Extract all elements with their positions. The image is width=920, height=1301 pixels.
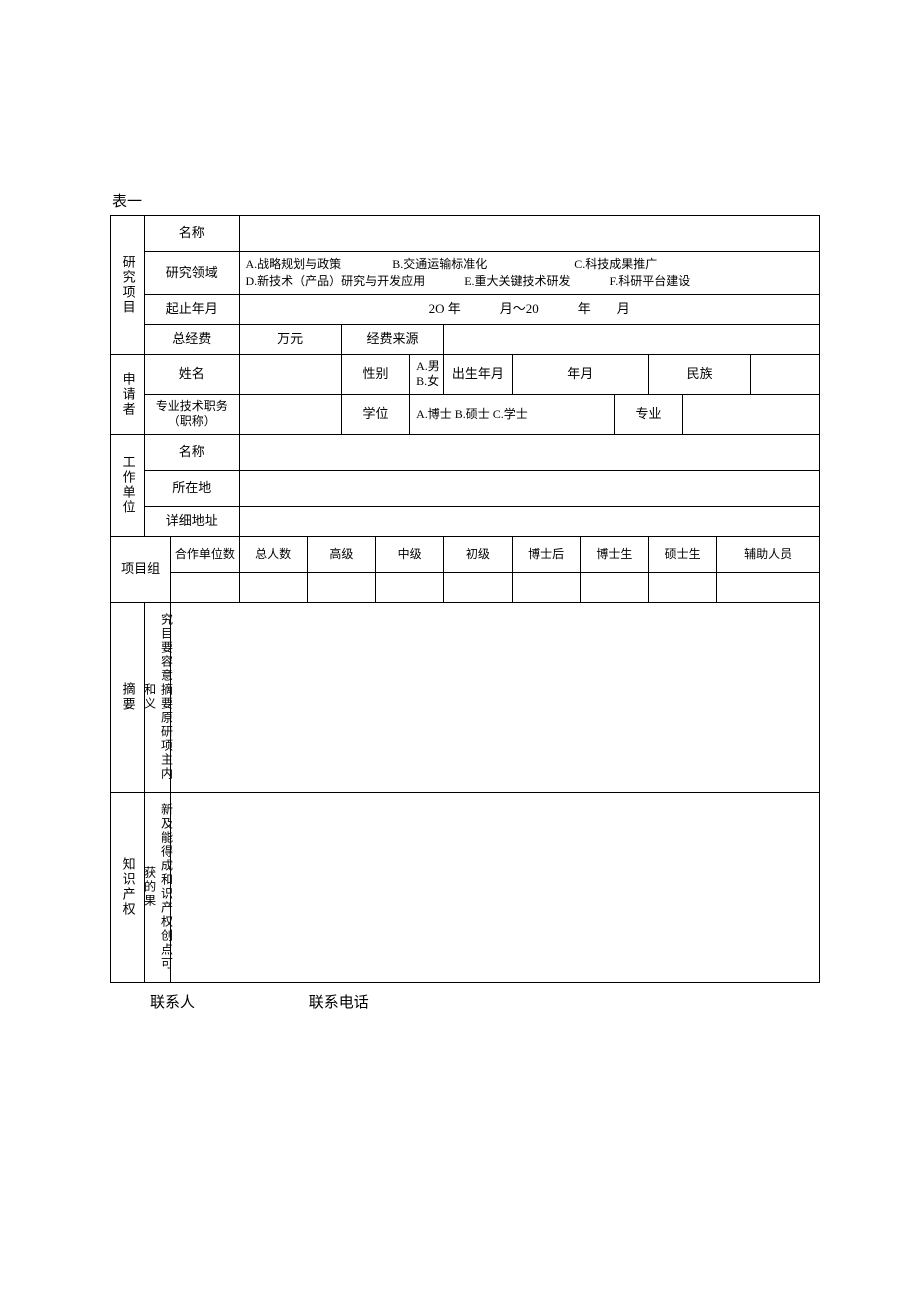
- applicant-title-label: 专业技术职务（职称）: [145, 394, 239, 434]
- ip-value[interactable]: [171, 792, 820, 982]
- abstract-side-label: 摘要: [111, 602, 145, 792]
- ip-main-label: 新及能得成和识产权创点可获的果: [145, 792, 171, 982]
- unit-name-value[interactable]: [239, 434, 820, 470]
- unit-address-value[interactable]: [239, 506, 820, 536]
- team-aux-value[interactable]: [717, 572, 820, 602]
- team-mid-label: 中级: [376, 536, 444, 572]
- team-master-label: 硕士生: [649, 536, 717, 572]
- section-unit-header: 工作单位: [111, 434, 145, 536]
- project-budget-label: 总经费: [145, 324, 239, 354]
- opt-e: E.重大关键技术研发: [464, 274, 570, 288]
- applicant-name-label: 姓名: [145, 354, 239, 394]
- abstract-main-label: 究目要容意摘要原研项主内和义: [145, 602, 171, 792]
- opt-f: F.科研平台建设: [610, 274, 691, 288]
- applicant-dob-value[interactable]: 年月: [512, 354, 649, 394]
- team-senior-label: 高级: [307, 536, 375, 572]
- project-budget-unit[interactable]: 万元: [239, 324, 341, 354]
- team-total-value[interactable]: [239, 572, 307, 602]
- applicant-gender-options[interactable]: A.男 B.女: [410, 354, 444, 394]
- team-junior-label: 初级: [444, 536, 512, 572]
- opt-d: D.新技术（产品）研究与开发应用: [246, 274, 426, 288]
- unit-location-label: 所在地: [145, 470, 239, 506]
- applicant-ethnicity-value[interactable]: [751, 354, 820, 394]
- gender-b: B.女: [416, 374, 439, 388]
- team-aux-label: 辅助人员: [717, 536, 820, 572]
- form-table: 研究项目 名称 研究领域 A.战略规划与政策 B.交通运输标准化 C.科技成果推…: [110, 215, 820, 983]
- applicant-degree-label: 学位: [341, 394, 409, 434]
- opt-b: B.交通运输标准化: [392, 257, 487, 271]
- applicant-major-label: 专业: [614, 394, 682, 434]
- team-master-value[interactable]: [649, 572, 717, 602]
- unit-location-value[interactable]: [239, 470, 820, 506]
- opt-c: C.科技成果推广: [574, 257, 657, 271]
- fund-source-value[interactable]: [444, 324, 820, 354]
- team-coop-label: 合作单位数: [171, 536, 239, 572]
- unit-address-label: 详细地址: [145, 506, 239, 536]
- project-name-label: 名称: [145, 216, 239, 252]
- abstract-value[interactable]: [171, 602, 820, 792]
- team-phd-value[interactable]: [580, 572, 648, 602]
- project-period-value[interactable]: 2O 年 月～20 年 月: [239, 294, 820, 324]
- unit-name-label: 名称: [145, 434, 239, 470]
- section-applicant-header: 申请者: [111, 354, 145, 434]
- ip-side-label: 知识产权: [111, 792, 145, 982]
- team-junior-value[interactable]: [444, 572, 512, 602]
- applicant-ethnicity-label: 民族: [649, 354, 751, 394]
- applicant-gender-label: 性别: [341, 354, 409, 394]
- project-field-options[interactable]: A.战略规划与政策 B.交通运输标准化 C.科技成果推广 D.新技术（产品）研究…: [239, 252, 820, 295]
- phone-label: 联系电话: [309, 995, 369, 1011]
- project-period-label: 起止年月: [145, 294, 239, 324]
- footer: 联系人 联系电话: [110, 991, 820, 1012]
- team-postdoc-value[interactable]: [512, 572, 580, 602]
- fund-source-label: 经费来源: [341, 324, 443, 354]
- applicant-degree-options[interactable]: A.博士 B.硕士 C.学士: [410, 394, 615, 434]
- team-coop-value[interactable]: [171, 572, 239, 602]
- contact-label: 联系人: [150, 995, 195, 1011]
- applicant-dob-label: 出生年月: [444, 354, 512, 394]
- opt-a: A.战略规划与政策: [246, 257, 342, 271]
- section-project-header: 研究项目: [111, 216, 145, 355]
- project-field-label: 研究领域: [145, 252, 239, 295]
- team-senior-value[interactable]: [307, 572, 375, 602]
- applicant-major-value[interactable]: [683, 394, 820, 434]
- team-mid-value[interactable]: [376, 572, 444, 602]
- applicant-name-value[interactable]: [239, 354, 341, 394]
- section-team-header: 项目组: [111, 536, 171, 602]
- gender-a: A.男: [416, 359, 440, 373]
- applicant-title-value[interactable]: [239, 394, 341, 434]
- team-postdoc-label: 博士后: [512, 536, 580, 572]
- team-phd-label: 博士生: [580, 536, 648, 572]
- team-total-label: 总人数: [239, 536, 307, 572]
- table-title: 表一: [110, 190, 820, 211]
- project-name-value[interactable]: [239, 216, 820, 252]
